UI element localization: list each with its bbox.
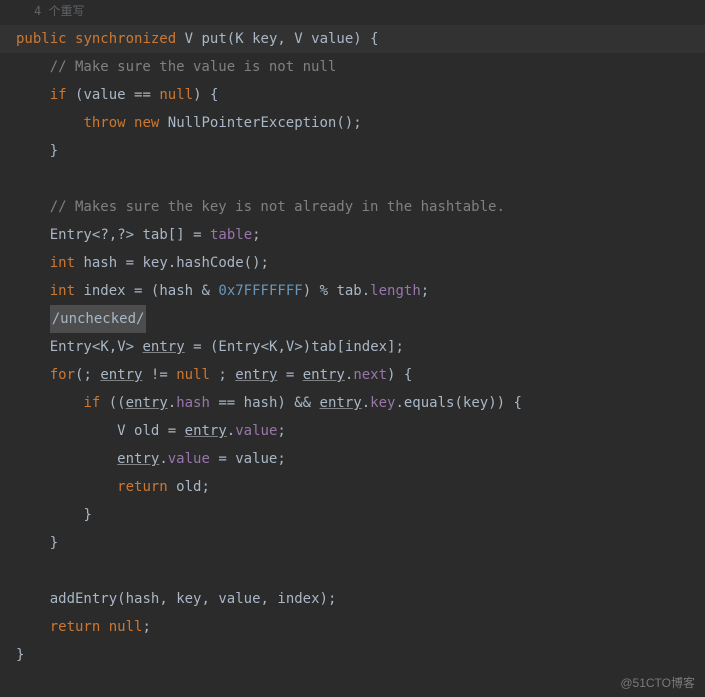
code-line: for(; entry != null ; entry = entry.next… [0, 361, 705, 389]
field-key: key [370, 395, 395, 411]
field-value: value [235, 423, 277, 439]
type-V: V [294, 31, 302, 47]
code-line: Entry<K,V> entry = (Entry<K,V>)tab[index… [0, 333, 705, 361]
code-line: } [0, 501, 705, 529]
type-Entry: Entry [50, 339, 92, 355]
method-put: put [201, 31, 226, 47]
code-line: } [0, 641, 705, 669]
suppress-tag: /unchecked/ [50, 305, 147, 333]
field-hash: hash [176, 395, 210, 411]
code-line: V old = entry.value; [0, 417, 705, 445]
keyword-synchronized: synchronized [75, 31, 176, 47]
type-Entry: Entry [50, 227, 92, 243]
type-V: V [185, 31, 193, 47]
watermark: @51CTO博客 [620, 674, 695, 691]
code-line: } [0, 529, 705, 557]
comment: // Makes sure the key is not already in … [50, 199, 505, 215]
type-K: K [235, 31, 243, 47]
number-mask: 0x7FFFFFFF [218, 283, 302, 299]
keyword-return: return [50, 619, 101, 635]
field-length: length [370, 283, 421, 299]
code-line: int hash = key.hashCode(); [0, 249, 705, 277]
code-line: addEntry(hash, key, value, index); [0, 585, 705, 613]
keyword-null: null [159, 87, 193, 103]
override-hint: 4 个重写 [0, 0, 705, 21]
keyword-public: public [16, 31, 67, 47]
code-line: if ((entry.hash == hash) && entry.key.eq… [0, 389, 705, 417]
code-line: public synchronized V put(K key, V value… [0, 25, 705, 53]
code-line: // Makes sure the key is not already in … [0, 193, 705, 221]
keyword-for: for [50, 367, 75, 383]
code-editor[interactable]: public synchronized V put(K key, V value… [0, 21, 705, 669]
code-line: /unchecked/ [0, 305, 705, 333]
keyword-return: return [117, 479, 168, 495]
code-line: // Make sure the value is not null [0, 53, 705, 81]
keyword-int: int [50, 283, 75, 299]
keyword-if: if [83, 395, 100, 411]
param-value: value [311, 31, 353, 47]
method-addEntry: addEntry [50, 591, 117, 607]
code-line [0, 165, 705, 193]
field-table: table [210, 227, 252, 243]
code-line [0, 557, 705, 585]
keyword-int: int [50, 255, 75, 271]
type-NullPointerException: NullPointerException [168, 115, 337, 131]
keyword-new: new [134, 115, 159, 131]
code-line: throw new NullPointerException(); [0, 109, 705, 137]
field-next: next [353, 367, 387, 383]
comment: // Make sure the value is not null [50, 59, 337, 75]
keyword-throw: throw [83, 115, 125, 131]
code-line: if (value == null) { [0, 81, 705, 109]
code-line: return old; [0, 473, 705, 501]
code-line: } [0, 137, 705, 165]
code-line: entry.value = value; [0, 445, 705, 473]
code-line: return null; [0, 613, 705, 641]
code-line: Entry<?,?> tab[] = table; [0, 221, 705, 249]
param-key: key [252, 31, 277, 47]
keyword-if: if [50, 87, 67, 103]
code-line: int index = (hash & 0x7FFFFFFF) % tab.le… [0, 277, 705, 305]
var-entry: entry [143, 339, 185, 355]
